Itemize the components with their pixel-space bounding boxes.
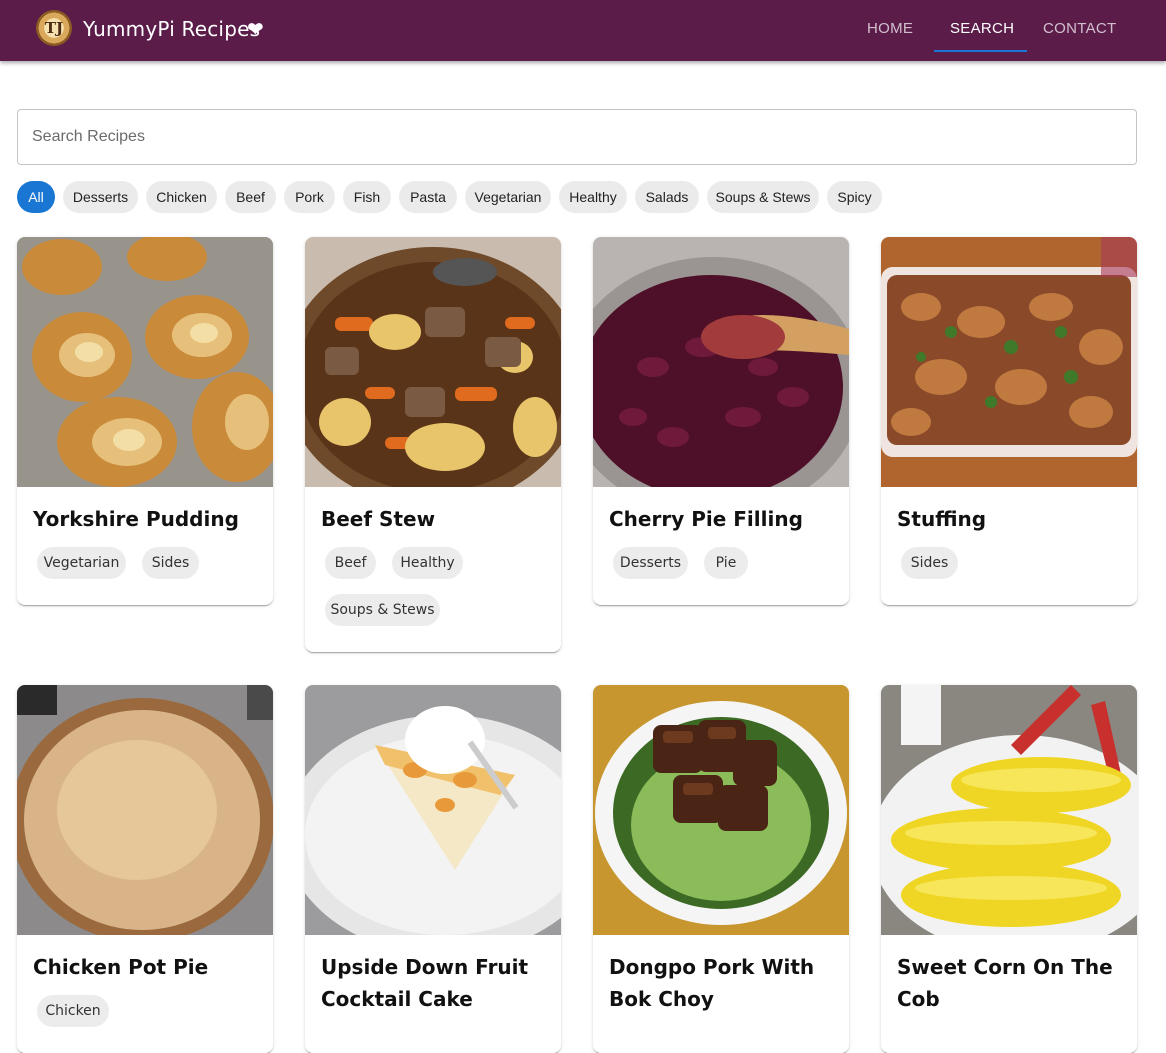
- logo-icon[interactable]: TJ: [36, 10, 72, 46]
- filter-chip-soups-stews[interactable]: Soups & Stews: [707, 181, 819, 213]
- recipe-title: Sweet Corn On The Cob: [897, 955, 1113, 1011]
- yorkshire-pudding-photo: [17, 237, 273, 487]
- recipe-tag[interactable]: Desserts: [613, 547, 688, 579]
- beef-stew-photo: [305, 237, 561, 487]
- cherry-pie-filling-photo: [593, 237, 849, 487]
- recipe-title: Chicken Pot Pie: [33, 955, 209, 979]
- filter-chip-pork[interactable]: Pork: [284, 181, 335, 213]
- recipe-tag[interactable]: Beef: [325, 547, 376, 579]
- recipe-card[interactable]: Upside Down Fruit Cocktail Cake: [305, 685, 561, 1053]
- filter-chip-healthy[interactable]: Healthy: [559, 181, 627, 213]
- recipe-tag[interactable]: Soups & Stews: [325, 594, 440, 626]
- logo-text: TJ: [44, 19, 64, 37]
- recipe-card[interactable]: Chicken Pot Pie Chicken: [17, 685, 273, 1053]
- filter-chip-all[interactable]: All: [17, 181, 55, 213]
- recipe-tag[interactable]: Sides: [142, 547, 199, 579]
- filter-chip-pasta[interactable]: Pasta: [399, 181, 457, 213]
- filter-chip-chicken[interactable]: Chicken: [146, 181, 217, 213]
- sweet-corn-photo: [881, 685, 1137, 935]
- site-title[interactable]: YummyPi Recipes: [83, 17, 260, 41]
- stuffing-photo: [881, 237, 1137, 487]
- recipe-tag[interactable]: Pie: [704, 547, 748, 579]
- recipe-card[interactable]: Sweet Corn On The Cob: [881, 685, 1137, 1053]
- filter-chip-vegetarian[interactable]: Vegetarian: [465, 181, 551, 213]
- recipe-tag[interactable]: Vegetarian: [37, 547, 126, 579]
- recipe-title: Upside Down Fruit Cocktail Cake: [321, 955, 529, 1011]
- recipe-card[interactable]: Cherry Pie Filling Desserts Pie: [593, 237, 849, 605]
- filter-chip-fish[interactable]: Fish: [343, 181, 391, 213]
- nav-home[interactable]: HOME: [867, 20, 913, 37]
- recipe-title: Yorkshire Pudding: [33, 507, 239, 531]
- nav-contact[interactable]: CONTACT: [1043, 20, 1116, 37]
- recipe-title: Beef Stew: [321, 507, 436, 531]
- recipe-card[interactable]: Dongpo Pork With Bok Choy: [593, 685, 849, 1053]
- recipe-title: Stuffing: [897, 507, 987, 531]
- filter-chip-salads[interactable]: Salads: [635, 181, 699, 213]
- search-input[interactable]: [18, 110, 1136, 164]
- recipe-title: Cherry Pie Filling: [609, 507, 803, 531]
- active-tab-indicator: [934, 50, 1027, 52]
- chicken-pot-pie-photo: [17, 685, 273, 935]
- app-bar: TJ YummyPi Recipes ❤ HOME SEARCH CONTACT: [0, 0, 1166, 61]
- nav-search[interactable]: SEARCH: [950, 20, 1014, 37]
- dongpo-pork-photo: [593, 685, 849, 935]
- fruit-cocktail-cake-photo: [305, 685, 561, 935]
- heart-icon: ❤: [247, 17, 264, 41]
- recipe-tag[interactable]: Healthy: [392, 547, 463, 579]
- search-field[interactable]: [17, 109, 1137, 165]
- recipe-card[interactable]: Stuffing Sides: [881, 237, 1137, 605]
- recipe-card[interactable]: Beef Stew Beef Healthy Soups & Stews: [305, 237, 561, 652]
- recipe-tag[interactable]: Sides: [901, 547, 958, 579]
- filter-chip-spicy[interactable]: Spicy: [827, 181, 882, 213]
- filter-chip-desserts[interactable]: Desserts: [63, 181, 138, 213]
- recipe-card[interactable]: Yorkshire Pudding Vegetarian Sides: [17, 237, 273, 605]
- recipe-title: Dongpo Pork With Bok Choy: [609, 955, 815, 1011]
- filter-chip-beef[interactable]: Beef: [225, 181, 276, 213]
- recipe-tag[interactable]: Chicken: [37, 995, 109, 1027]
